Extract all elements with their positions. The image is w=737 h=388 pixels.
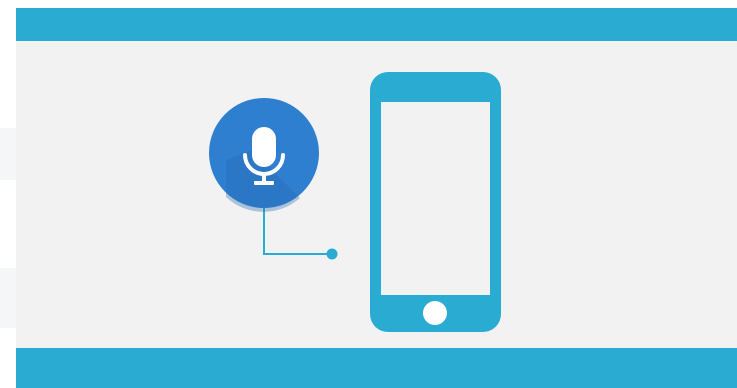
smartphone-icon — [370, 72, 501, 332]
connector-line — [263, 203, 338, 260]
voice-to-phone-illustration — [209, 72, 501, 332]
banner-canvas — [0, 0, 737, 388]
microphone-badge — [209, 98, 319, 212]
